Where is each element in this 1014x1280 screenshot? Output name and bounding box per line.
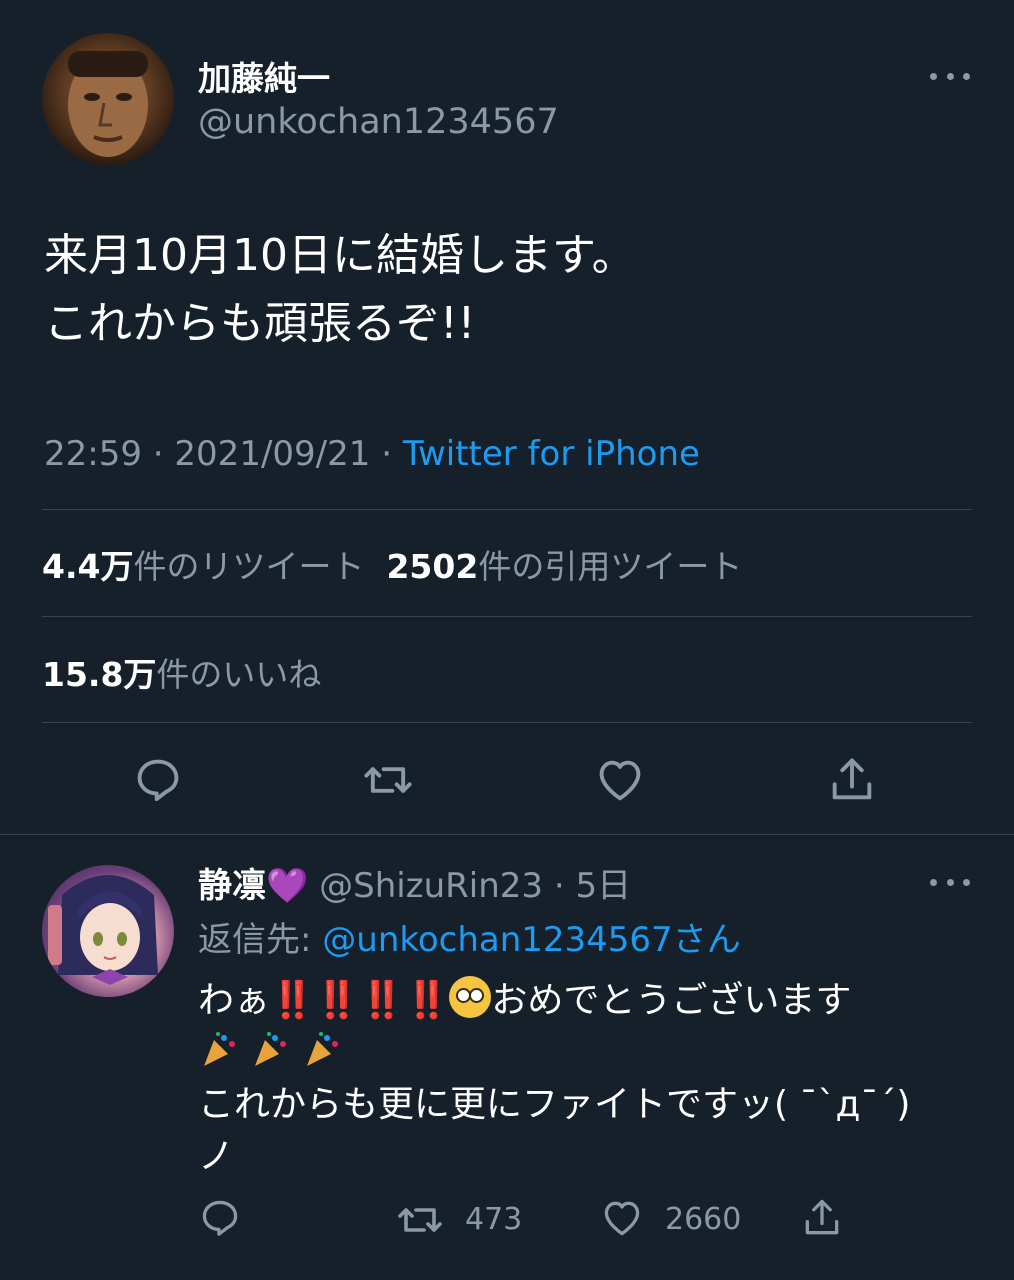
retweets-count: 4.4万 [42,547,134,586]
quotes-label: 件の引用ツイート [478,547,743,586]
author-handle[interactable]: @unkochan1234567 [198,102,559,142]
share-icon[interactable] [800,1196,844,1240]
likes-label: 件のいいね [156,655,322,694]
reply-icon[interactable] [132,754,184,806]
reply-text: わぁ‼️‼️‼️‼️ おめでとうございます これからも更に更にファイトですッ( ¯… [198,975,958,1183]
replying-to: 返信先: @unkochan1234567さん [198,912,741,961]
party-popper-icon [204,1032,235,1066]
anime-avatar-image [48,875,158,985]
tweet-text-line: これからも頑張るぞ!! [44,298,476,349]
reply-text-line [198,1027,958,1079]
reply-header: 静凛💜 @ShizuRin23 · 5日 [198,858,631,907]
author-avatar[interactable] [42,33,174,165]
divider [42,616,972,617]
share-icon[interactable] [826,754,878,806]
quotes-count: 2502 [386,547,479,586]
flushed-face-icon [449,976,492,1018]
retweet-icon[interactable] [396,1196,444,1244]
heart-icon[interactable] [600,1196,644,1240]
tweet-text-line: 来月10月10日に結婚します。 [44,230,636,281]
party-popper-icon [306,1032,338,1066]
reply-text-line: ノ [198,1136,235,1177]
retweet-icon[interactable] [362,754,414,806]
retweet-stats: 4.4万件のリツイート 2502件の引用ツイート [42,540,742,588]
reply-age[interactable]: 5日 [575,866,631,906]
retweets-label: 件のリツイート [133,547,365,586]
meta-separator: · [141,434,175,474]
reply-icon[interactable] [198,1196,242,1240]
purple-heart-icon: 💜 [266,866,309,906]
divider [42,509,972,510]
quotes-link[interactable]: 2502件の引用ツイート [386,547,742,586]
reply-text-line: わぁ‼️‼️‼️‼️ おめでとうございます [198,975,958,1027]
author-display-name[interactable]: 加藤純一 [198,52,330,100]
like-count: 2660 [665,1202,742,1237]
tweet-date[interactable]: 2021/09/21 [174,434,370,474]
reply-text-segment: わぁ [198,980,271,1021]
tweet-text: 来月10月10日に結婚します。 これからも頑張るぞ!! [44,222,974,358]
meta-separator: · [543,866,576,906]
tweet-time[interactable]: 22:59 [44,434,142,474]
main-tweet: 加藤純一 @unkochan1234567 来月10月10日に結婚します。 これ… [0,0,1014,834]
likes-stats[interactable]: 15.8万件のいいね [42,648,321,696]
likes-count: 15.8万 [42,655,157,694]
replying-to-link[interactable]: @unkochan1234567さん [322,920,740,960]
party-popper-icon [255,1032,287,1066]
reply-text-segment: おめでとうございます [491,980,852,1021]
more-icon[interactable] [930,70,970,82]
retweet-count: 473 [465,1202,523,1237]
reply-text-line: これからも更に更にファイトですッ( ¯`д¯´) [198,1084,911,1125]
portrait-image [68,51,148,157]
more-icon[interactable] [930,876,970,888]
double-exclamation-icon: ‼️‼️‼️‼️ [270,980,450,1021]
retweets-link[interactable]: 4.4万件のリツイート [42,547,364,586]
replying-label: 返信先: [198,920,323,960]
reply-handle[interactable]: @ShizuRin23 [319,866,543,906]
section-separator [0,834,1014,835]
tweet-source-link[interactable]: Twitter for iPhone [403,434,700,474]
divider [42,722,972,723]
tweet-meta: 22:59 · 2021/09/21 · Twitter for iPhone [44,434,700,474]
reply-display-name[interactable]: 静凛 [198,866,266,906]
reply-author-avatar[interactable] [42,865,174,997]
meta-separator: · [370,434,403,474]
heart-icon[interactable] [594,754,646,806]
